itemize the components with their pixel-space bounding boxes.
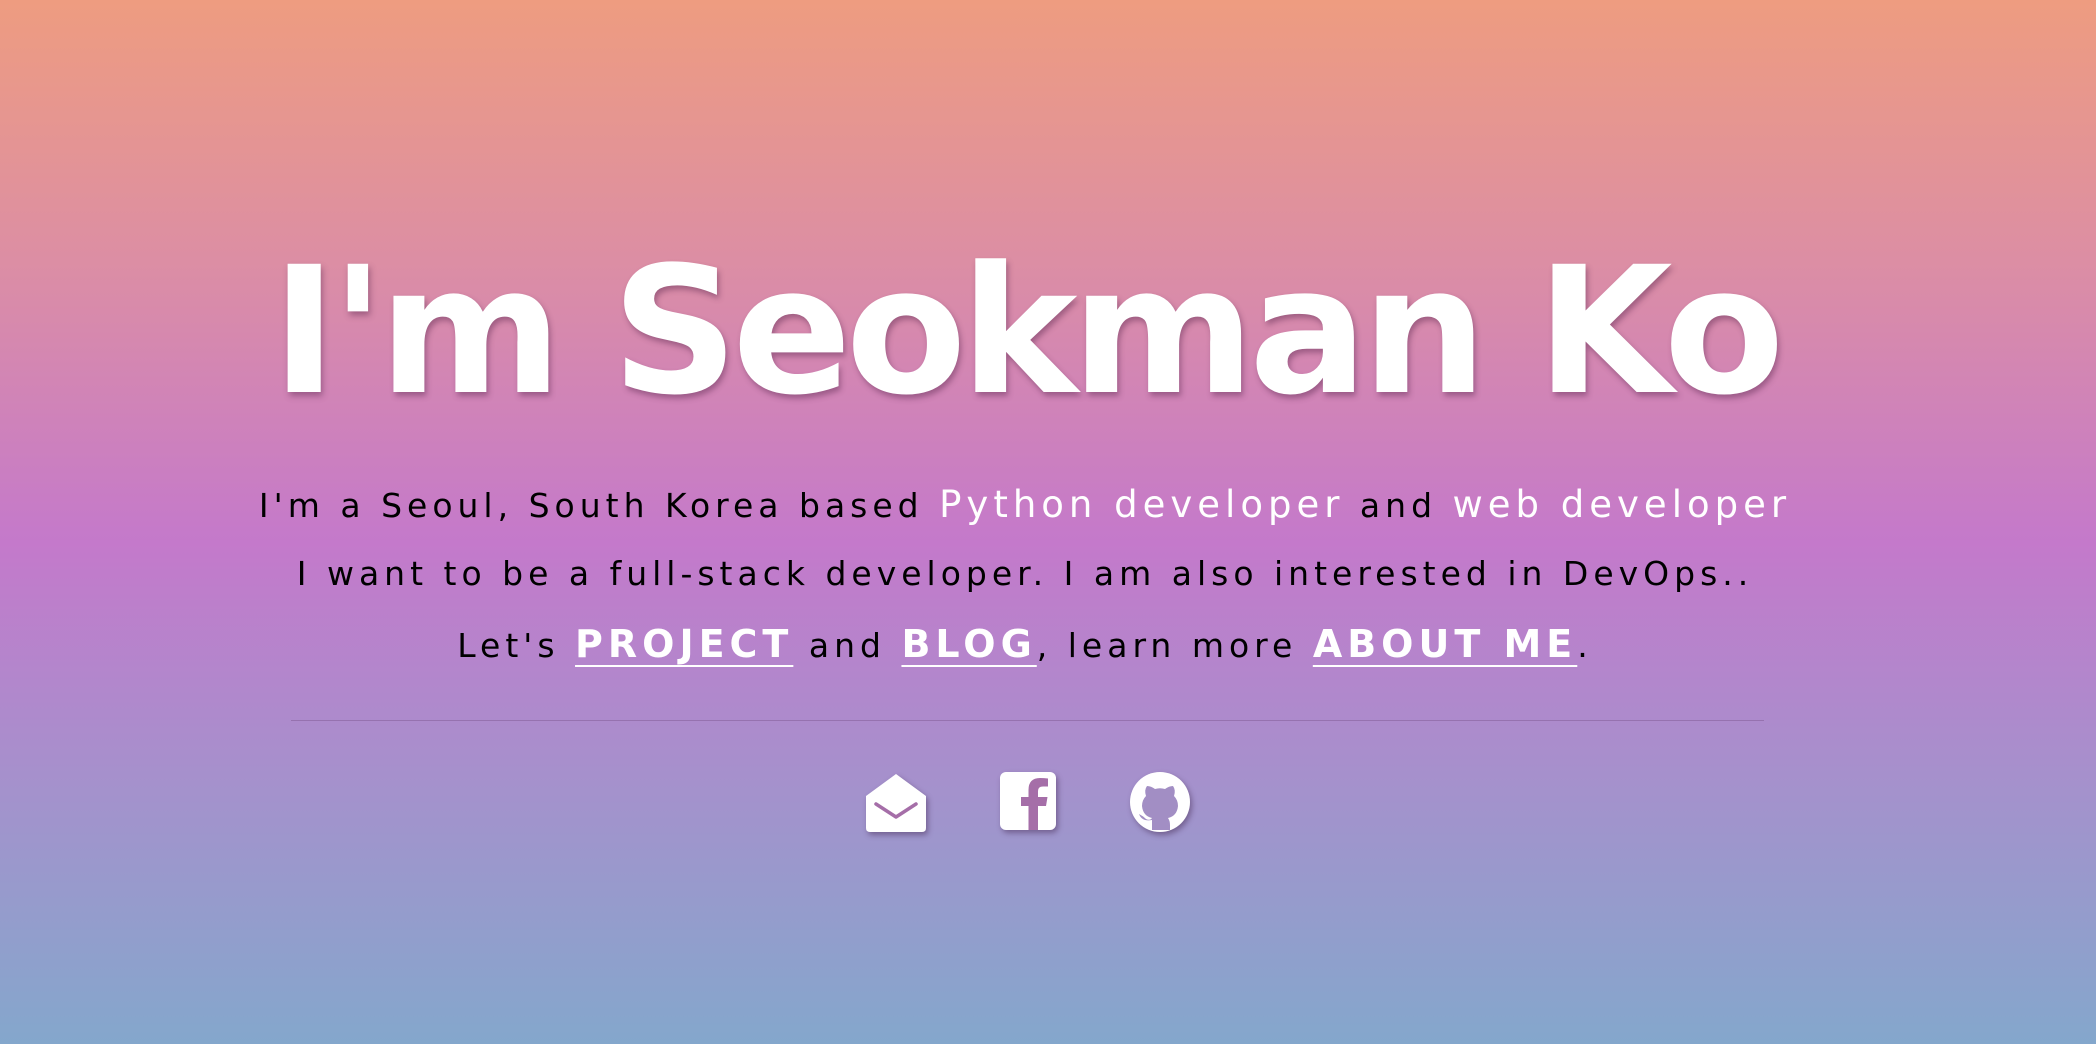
- intro-line-goal: I want to be a full-stack developer. I a…: [296, 554, 1754, 593]
- blog-link[interactable]: BLOG: [901, 622, 1036, 666]
- mail-link[interactable]: [864, 770, 928, 834]
- web-developer-highlight: web developer: [1452, 483, 1792, 526]
- facebook-icon: [1000, 772, 1056, 830]
- github-icon: [1130, 772, 1190, 832]
- intro-text: I'm a Seoul, South Korea based: [258, 486, 940, 525]
- github-link[interactable]: [1128, 770, 1192, 834]
- about-me-link[interactable]: ABOUT ME: [1313, 622, 1577, 666]
- divider: [291, 720, 1764, 721]
- links-prefix: Let's: [457, 626, 576, 665]
- links-learn-more: , learn more: [1036, 626, 1313, 665]
- intro-text-and: and: [1344, 486, 1453, 525]
- links-and: and: [793, 626, 902, 665]
- facebook-link[interactable]: [998, 770, 1062, 834]
- hero-section: I'm Seokman Ko I'm a Seoul, South Korea …: [0, 0, 2096, 1044]
- python-developer-highlight: Python developer: [939, 483, 1345, 526]
- links-period: .: [1577, 626, 1593, 665]
- intro-line-location: I'm a Seoul, South Korea based Python de…: [0, 483, 2050, 526]
- intro-line-links: Let's PROJECT and BLOG, learn more ABOUT…: [0, 622, 2050, 666]
- page-title: I'm Seokman Ko: [271, 229, 1784, 434]
- mail-icon: [866, 774, 926, 832]
- project-link[interactable]: PROJECT: [575, 622, 793, 666]
